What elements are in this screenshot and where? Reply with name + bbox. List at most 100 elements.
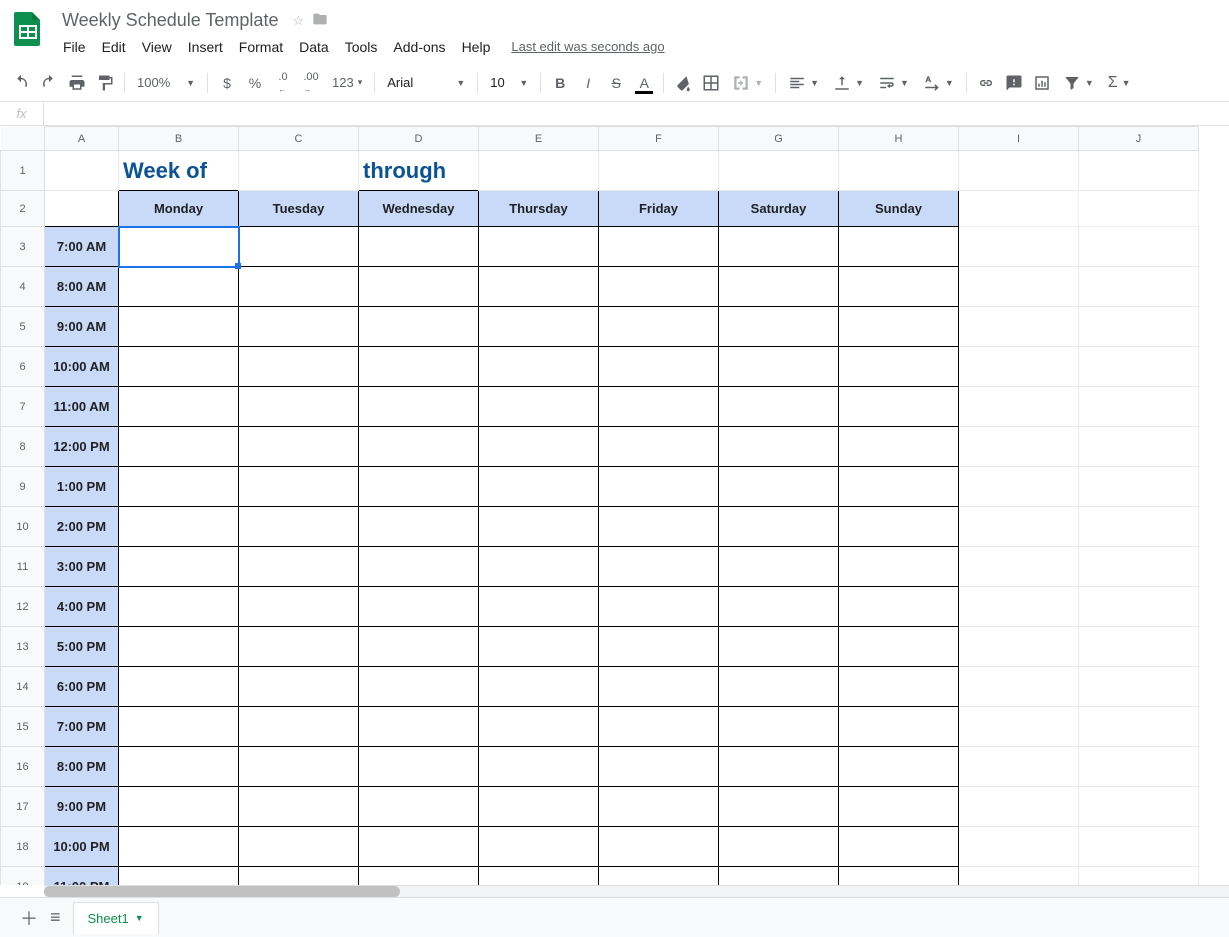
cell-G4[interactable]: [719, 267, 839, 307]
cell-E17[interactable]: [479, 787, 599, 827]
cell-C3[interactable]: [239, 227, 359, 267]
cell-F1[interactable]: [599, 151, 719, 191]
cell-F2[interactable]: Friday: [599, 191, 719, 227]
spreadsheet-grid[interactable]: ABCDEFGHIJ1Week ofthrough2MondayTuesdayW…: [0, 126, 1229, 885]
cell-I11[interactable]: [959, 547, 1079, 587]
cell-F12[interactable]: [599, 587, 719, 627]
more-formats-button[interactable]: 123▾: [326, 70, 368, 96]
cell-B7[interactable]: [119, 387, 239, 427]
cell-E8[interactable]: [479, 427, 599, 467]
increase-decimal-button[interactable]: .00→: [298, 70, 324, 96]
cell-F10[interactable]: [599, 507, 719, 547]
row-header-4[interactable]: 4: [1, 267, 45, 307]
cell-I10[interactable]: [959, 507, 1079, 547]
row-header-18[interactable]: 18: [1, 827, 45, 867]
cell-G15[interactable]: [719, 707, 839, 747]
cell-E9[interactable]: [479, 467, 599, 507]
row-header-17[interactable]: 17: [1, 787, 45, 827]
cell-J12[interactable]: [1079, 587, 1199, 627]
sheets-logo[interactable]: [8, 8, 48, 48]
cell-G3[interactable]: [719, 227, 839, 267]
cell-A16[interactable]: 8:00 PM: [45, 747, 119, 787]
cell-A15[interactable]: 7:00 PM: [45, 707, 119, 747]
cell-H9[interactable]: [839, 467, 959, 507]
cell-D5[interactable]: [359, 307, 479, 347]
cell-B17[interactable]: [119, 787, 239, 827]
row-header-1[interactable]: 1: [1, 151, 45, 191]
cell-C13[interactable]: [239, 627, 359, 667]
row-header-5[interactable]: 5: [1, 307, 45, 347]
cell-G7[interactable]: [719, 387, 839, 427]
text-rotation-button[interactable]: ▼: [917, 70, 960, 96]
cell-D1[interactable]: through: [359, 151, 479, 191]
vertical-align-button[interactable]: ▼: [827, 70, 870, 96]
cell-G5[interactable]: [719, 307, 839, 347]
cell-B9[interactable]: [119, 467, 239, 507]
cell-I5[interactable]: [959, 307, 1079, 347]
cell-H18[interactable]: [839, 827, 959, 867]
merge-cells-button[interactable]: ▼: [726, 70, 769, 96]
cell-C6[interactable]: [239, 347, 359, 387]
cell-I13[interactable]: [959, 627, 1079, 667]
col-header-B[interactable]: B: [119, 127, 239, 151]
font-size-select[interactable]: 10▼: [484, 70, 534, 96]
cell-G17[interactable]: [719, 787, 839, 827]
cell-F13[interactable]: [599, 627, 719, 667]
cell-E3[interactable]: [479, 227, 599, 267]
cell-C19[interactable]: [239, 867, 359, 886]
cell-I3[interactable]: [959, 227, 1079, 267]
cell-J1[interactable]: [1079, 151, 1199, 191]
font-select[interactable]: Arial▼: [381, 70, 471, 96]
cell-F8[interactable]: [599, 427, 719, 467]
cell-D10[interactable]: [359, 507, 479, 547]
cell-J2[interactable]: [1079, 191, 1199, 227]
decrease-decimal-button[interactable]: .0←: [270, 70, 296, 96]
menu-tools[interactable]: Tools: [338, 35, 385, 59]
cell-H3[interactable]: [839, 227, 959, 267]
menu-format[interactable]: Format: [232, 35, 290, 59]
horizontal-scrollbar[interactable]: [44, 885, 1229, 897]
cell-A1[interactable]: [45, 151, 119, 191]
cell-H10[interactable]: [839, 507, 959, 547]
cell-G8[interactable]: [719, 427, 839, 467]
cell-F11[interactable]: [599, 547, 719, 587]
cell-F6[interactable]: [599, 347, 719, 387]
cell-A6[interactable]: 10:00 AM: [45, 347, 119, 387]
cell-I19[interactable]: [959, 867, 1079, 886]
cell-A13[interactable]: 5:00 PM: [45, 627, 119, 667]
cell-C8[interactable]: [239, 427, 359, 467]
cell-G13[interactable]: [719, 627, 839, 667]
col-header-D[interactable]: D: [359, 127, 479, 151]
cell-J13[interactable]: [1079, 627, 1199, 667]
row-header-14[interactable]: 14: [1, 667, 45, 707]
cell-D14[interactable]: [359, 667, 479, 707]
cell-A9[interactable]: 1:00 PM: [45, 467, 119, 507]
cell-B8[interactable]: [119, 427, 239, 467]
filter-button[interactable]: ▼: [1057, 70, 1100, 96]
cell-B18[interactable]: [119, 827, 239, 867]
cell-H1[interactable]: [839, 151, 959, 191]
cell-F17[interactable]: [599, 787, 719, 827]
cell-F18[interactable]: [599, 827, 719, 867]
cell-B15[interactable]: [119, 707, 239, 747]
cell-D3[interactable]: [359, 227, 479, 267]
select-all-corner[interactable]: [1, 127, 45, 151]
cell-I18[interactable]: [959, 827, 1079, 867]
insert-link-button[interactable]: [973, 70, 999, 96]
cell-D19[interactable]: [359, 867, 479, 886]
col-header-A[interactable]: A: [45, 127, 119, 151]
cell-I15[interactable]: [959, 707, 1079, 747]
text-color-button[interactable]: A: [631, 70, 657, 96]
cell-J17[interactable]: [1079, 787, 1199, 827]
zoom-select[interactable]: 100%▼: [131, 70, 201, 96]
row-header-15[interactable]: 15: [1, 707, 45, 747]
insert-comment-button[interactable]: [1001, 70, 1027, 96]
cell-E11[interactable]: [479, 547, 599, 587]
cell-J7[interactable]: [1079, 387, 1199, 427]
currency-button[interactable]: $: [214, 70, 240, 96]
cell-C14[interactable]: [239, 667, 359, 707]
redo-button[interactable]: [36, 70, 62, 96]
cell-B5[interactable]: [119, 307, 239, 347]
cell-E19[interactable]: [479, 867, 599, 886]
cell-H13[interactable]: [839, 627, 959, 667]
